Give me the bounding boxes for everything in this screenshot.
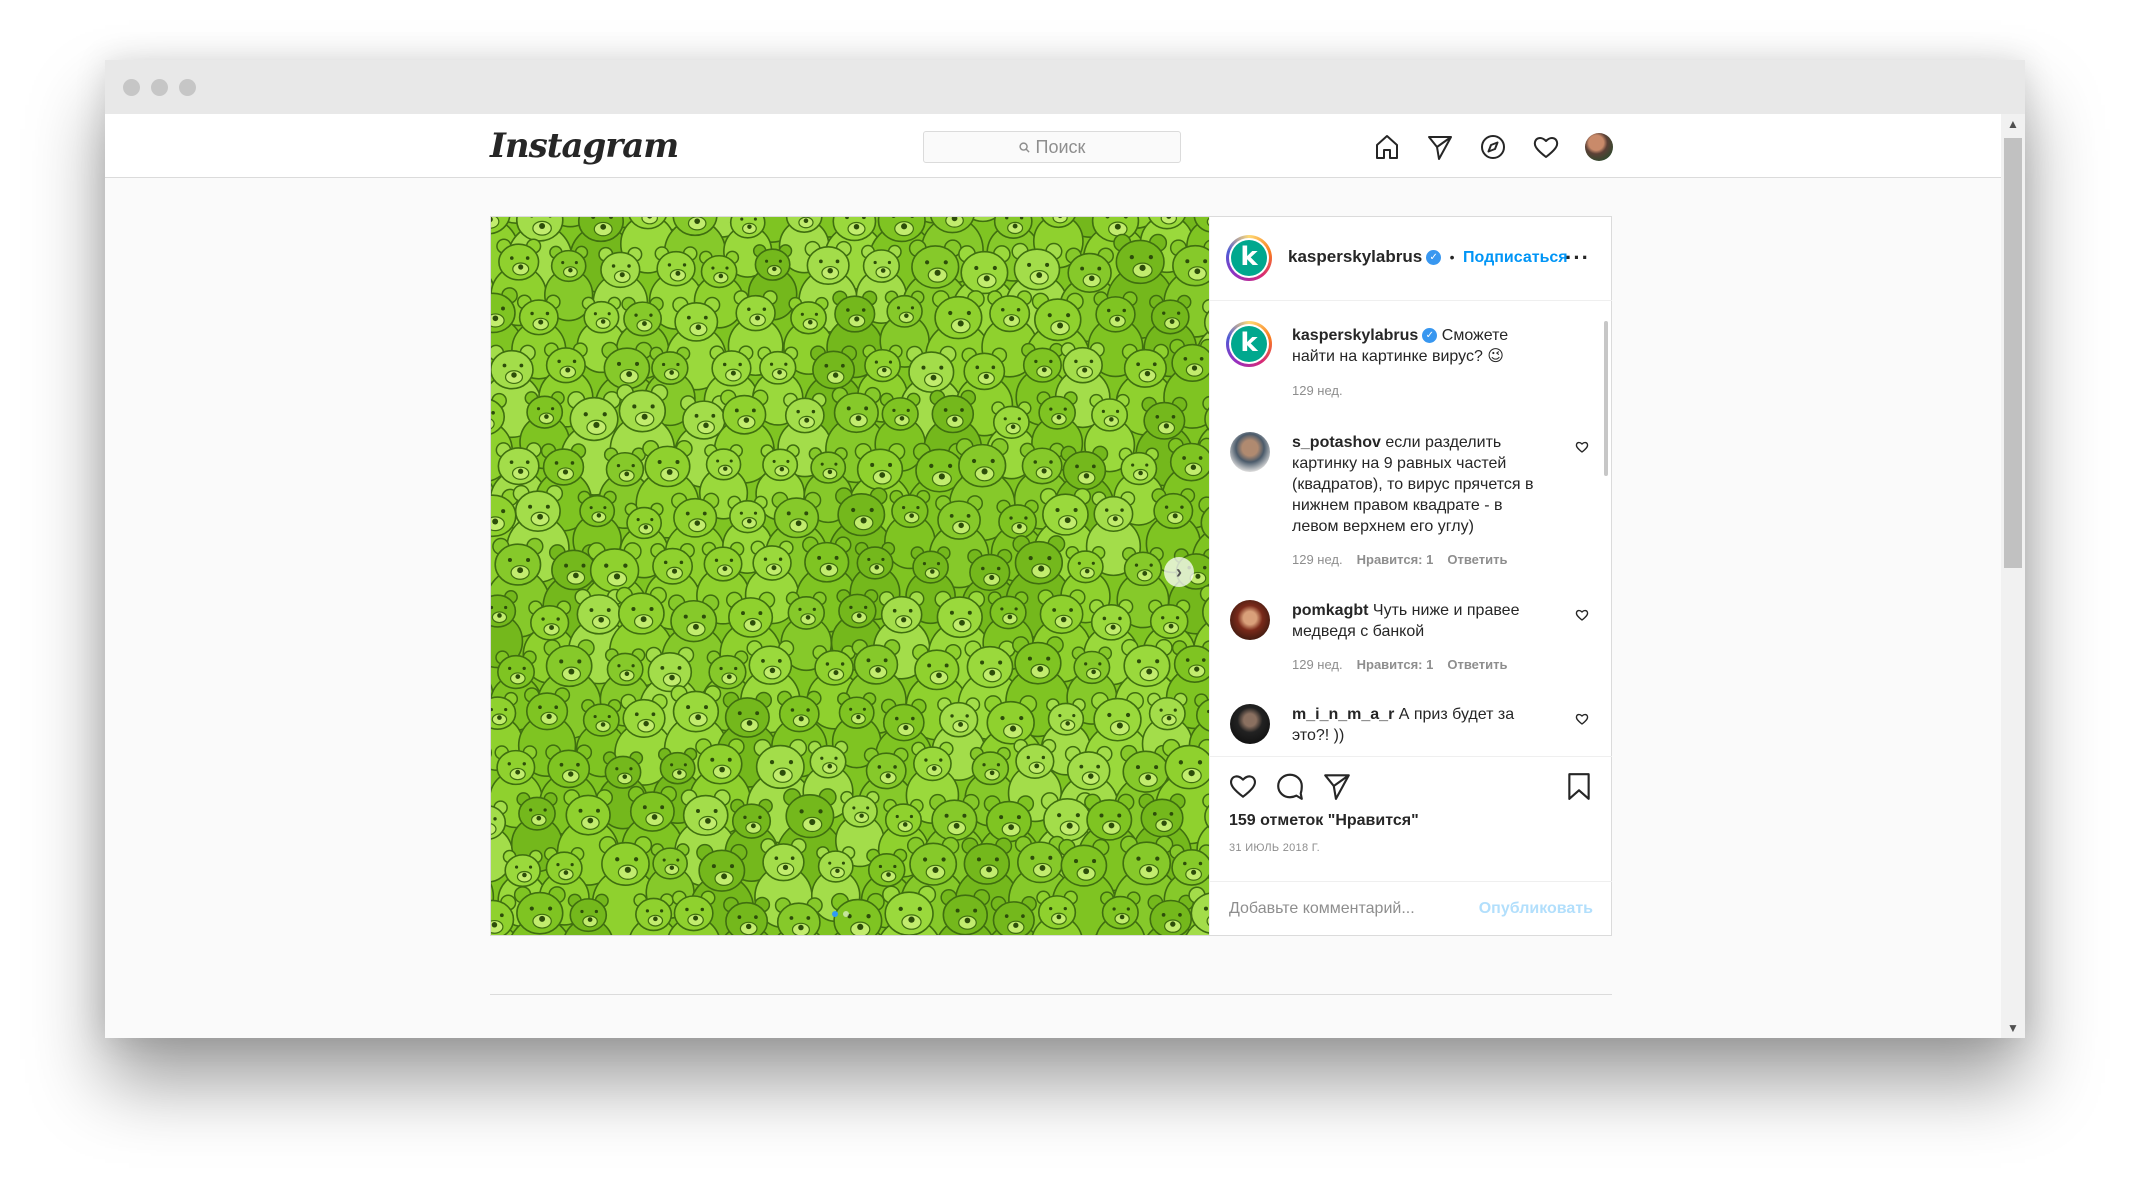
reply-button[interactable]: Ответить (1447, 657, 1507, 672)
caption: k kasperskylabrus ✓ Сможете найти на карт… (1226, 321, 1570, 415)
author-avatar[interactable]: k (1226, 321, 1272, 367)
bear-figure (879, 885, 939, 935)
home-icon[interactable] (1373, 133, 1401, 161)
carousel-indicator (832, 911, 849, 917)
reply-button[interactable]: Ответить (1447, 552, 1507, 567)
carousel-dot (843, 911, 849, 917)
instagram-logo[interactable]: Instagram (490, 126, 679, 166)
direct-message-icon[interactable] (1426, 133, 1454, 161)
comment-item: m_i_n_m_a_r А приз будет за это?! )) (1230, 704, 1589, 756)
save-bookmark-icon[interactable] (1564, 771, 1594, 801)
page-scrollbar[interactable]: ▲ ▼ (2001, 114, 2025, 1038)
window-maximize-button[interactable] (179, 79, 196, 96)
page-viewport: Instagram Поиск › k kasperskylabrus ✓ • … (105, 114, 2001, 1038)
verified-badge-icon: ✓ (1422, 328, 1438, 344)
comment-username[interactable]: m_i_n_m_a_r (1292, 706, 1394, 723)
more-options-icon[interactable]: ··· (1565, 245, 1590, 271)
separator: • (1449, 249, 1455, 265)
carousel-dot (832, 911, 838, 917)
like-heart-icon[interactable] (1228, 771, 1258, 801)
scroll-down-arrow-icon[interactable]: ▼ (2001, 1018, 2025, 1038)
post-header: k kasperskylabrus ✓ • Подписаться ··· (1210, 217, 1612, 301)
nav-icons (1373, 131, 1613, 163)
comment-username[interactable]: pomkagbt (1292, 602, 1368, 619)
share-icon[interactable] (1322, 771, 1352, 801)
commenter-avatar[interactable] (1230, 600, 1270, 640)
comments-list[interactable]: k kasperskylabrus ✓ Сможете найти на карт… (1210, 301, 1612, 756)
comment-input[interactable]: Добавьте комментарий... (1229, 900, 1415, 918)
chevron-right-icon: › (1176, 561, 1182, 582)
comment-username[interactable]: kasperskylabrus (1292, 327, 1418, 344)
bear-figure (667, 890, 720, 935)
bear-figure (938, 889, 993, 935)
bear-figure (1095, 891, 1145, 935)
like-comment-heart-icon[interactable] (1575, 712, 1589, 726)
post-date[interactable]: 31 ИЮЛЬ 2018 Г. (1229, 842, 1320, 854)
follow-button[interactable]: Подписаться (1463, 249, 1568, 266)
comment-item: pomkagbt Чуть ниже и правее медведя с ба… (1230, 600, 1589, 680)
author-username[interactable]: kasperskylabrus (1288, 247, 1422, 266)
comment-username[interactable]: s_potashov (1292, 434, 1381, 451)
comment-age[interactable]: 129 нед. (1292, 657, 1343, 672)
comment-bubble-icon[interactable] (1275, 771, 1305, 801)
bears-illustration (491, 217, 1209, 935)
post-photo[interactable]: › (491, 217, 1209, 935)
browser-titlebar (105, 60, 2025, 114)
likes-count[interactable]: 159 отметок "Нравится" (1229, 812, 1419, 830)
comments-scrollbar[interactable] (1604, 321, 1608, 476)
post-card: › k kasperskylabrus ✓ • Подписаться ··· … (490, 216, 1612, 936)
comment-age[interactable]: 129 нед. (1292, 383, 1343, 398)
search-input[interactable]: Поиск (923, 131, 1181, 163)
bear-figure (1031, 890, 1083, 935)
bear-figure (511, 886, 569, 935)
instagram-header: Instagram Поиск (105, 114, 2001, 178)
comment-item: s_potashov если разделить картинку на 9 … (1230, 432, 1589, 572)
comment-age[interactable]: 129 нед. (1292, 552, 1343, 567)
comment-likes[interactable]: Нравится: 1 (1357, 552, 1434, 567)
divider (490, 994, 1612, 995)
window-minimize-button[interactable] (151, 79, 168, 96)
commenter-avatar[interactable] (1230, 704, 1270, 744)
verified-badge-icon: ✓ (1426, 250, 1442, 266)
window-close-button[interactable] (123, 79, 140, 96)
post-actions: 159 отметок "Нравится" 31 ИЮЛЬ 2018 Г. (1210, 756, 1612, 881)
explore-icon[interactable] (1479, 133, 1507, 161)
search-placeholder: Поиск (1035, 136, 1086, 157)
like-comment-heart-icon[interactable] (1575, 440, 1589, 454)
carousel-next-button[interactable]: › (1164, 557, 1194, 587)
profile-avatar[interactable] (1585, 133, 1613, 161)
activity-heart-icon[interactable] (1532, 133, 1560, 161)
bear-figure (564, 893, 613, 935)
commenter-avatar[interactable] (1230, 432, 1270, 472)
add-comment-bar: Добавьте комментарий... Опубликовать (1210, 881, 1612, 935)
bear-figure (774, 897, 823, 935)
publish-button[interactable]: Опубликовать (1479, 900, 1593, 918)
scroll-up-arrow-icon[interactable]: ▲ (2001, 114, 2025, 134)
comment-likes[interactable]: Нравится: 1 (1357, 657, 1434, 672)
browser-window: Instagram Поиск › k kasperskylabrus ✓ • … (105, 60, 2025, 1038)
author-avatar[interactable]: k (1226, 235, 1272, 281)
like-comment-heart-icon[interactable] (1575, 608, 1589, 622)
scroll-thumb[interactable] (2004, 138, 2022, 568)
search-icon (1018, 141, 1030, 153)
post-sidebar: k kasperskylabrus✓ • Подписаться ··· k (1209, 217, 1612, 935)
